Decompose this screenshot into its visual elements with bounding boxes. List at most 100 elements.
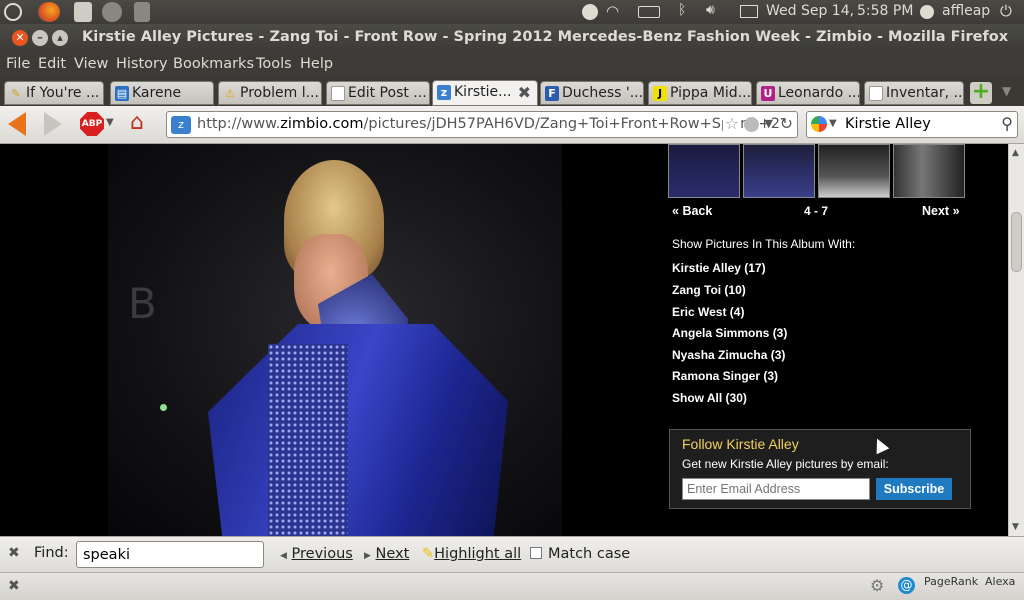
search-input-value: Kirstie Alley (845, 116, 931, 132)
close-window-button[interactable]: ✕ (12, 30, 28, 46)
indicator-icon[interactable] (582, 4, 598, 20)
tab-list-chevron-icon[interactable]: ▼ (1002, 84, 1011, 98)
tab-karene[interactable]: ▤ Karene (110, 81, 214, 105)
window-titlebar[interactable]: ✕ – ▴ Kirstie Alley Pictures - Zang Toi … (0, 24, 1024, 52)
scroll-up-arrow-icon[interactable]: ▲ (1012, 148, 1019, 158)
tab-problem[interactable]: ⚠ Problem l... (218, 81, 322, 105)
album-person-link[interactable]: Eric West (4) (672, 305, 744, 319)
subscribe-button[interactable]: Subscribe (876, 478, 952, 500)
bookmark-star-icon[interactable]: ☆ (722, 114, 739, 133)
volume-icon[interactable]: 🔊︎ (706, 2, 715, 18)
menu-file[interactable]: File (6, 56, 30, 72)
find-previous-button[interactable]: ◀ Previous (280, 546, 353, 562)
tab-if-youre[interactable]: ✎ If You're ... (4, 81, 104, 105)
alexa-label[interactable]: Alexa (985, 575, 1015, 588)
find-bar: ✖ Find: ◀ Previous ▶ Next ✎Highlight all… (0, 536, 1024, 572)
album-person-link[interactable]: Nyasha Zimucha (3) (672, 348, 785, 362)
tab-edit-post[interactable]: Edit Post ... (326, 81, 430, 105)
forward-arrow-icon[interactable] (44, 112, 62, 136)
photo-light (160, 404, 167, 411)
minimize-window-button[interactable]: – (32, 30, 48, 46)
close-find-bar-icon[interactable]: ✖ (8, 545, 20, 561)
user-status-icon[interactable] (920, 5, 934, 19)
tab-duchess[interactable]: F Duchess '... (540, 81, 644, 105)
mail-icon[interactable] (740, 5, 758, 18)
adblock-dropdown-chevron-icon[interactable]: ▼ (106, 117, 114, 128)
back-arrow-icon[interactable] (8, 112, 26, 136)
wifi-icon[interactable]: ◠ (606, 2, 619, 20)
menu-edit[interactable]: Edit (38, 56, 66, 72)
status-bar: ✖ ⚙ @ PageRank Alexa (0, 572, 1024, 600)
text-editor-launcher-icon[interactable] (74, 2, 92, 22)
menu-history[interactable]: History (116, 56, 168, 72)
tab-kirstie-active[interactable]: z Kirstie... ✖ (432, 80, 538, 106)
thumbnail-image[interactable] (818, 144, 890, 198)
navigation-toolbar: ABP ▼ ⌂ z http://www.zimbio.com/pictures… (0, 106, 1024, 144)
email-at-icon[interactable]: @ (898, 577, 915, 594)
album-person-link[interactable]: Kirstie Alley (17) (672, 261, 766, 275)
pagerank-label[interactable]: PageRank (924, 575, 978, 588)
email-field[interactable] (682, 478, 870, 500)
tab-inventar[interactable]: Inventar, ... (864, 81, 964, 105)
tab-pippa[interactable]: J Pippa Mid... (648, 81, 752, 105)
menu-help[interactable]: Help (300, 56, 333, 72)
user-name[interactable]: affleap (942, 3, 990, 19)
album-filter-heading: Show Pictures In This Album With: (672, 237, 856, 251)
home-icon[interactable]: ⌂ (130, 110, 144, 135)
new-tab-button[interactable]: + (970, 81, 992, 104)
search-bar[interactable]: ▼ Kirstie Alley ⚲ (806, 111, 1018, 138)
scroll-thumb[interactable] (1011, 212, 1022, 272)
photo-background-panel: B (128, 279, 157, 328)
photo-sequin-panel (268, 344, 348, 536)
menu-bookmarks[interactable]: Bookmarks (173, 56, 254, 72)
software-center-launcher-icon[interactable] (102, 2, 122, 22)
album-person-link[interactable]: Angela Simmons (3) (672, 326, 787, 340)
maximize-window-button[interactable]: ▴ (52, 30, 68, 46)
main-photo[interactable]: B (108, 144, 562, 536)
page-scrollbar[interactable]: ▲ ▼ (1008, 144, 1024, 536)
thumbnail-image[interactable] (893, 144, 965, 198)
album-person-link[interactable]: Zang Toi (10) (672, 283, 746, 297)
zimbio-icon: z (437, 85, 451, 100)
search-engine-dropdown-chevron-icon[interactable]: ▼ (829, 118, 837, 129)
bluetooth-icon[interactable]: ᛒ (678, 2, 686, 18)
window-title: Kirstie Alley Pictures - Zang Toi - Fron… (82, 29, 1009, 45)
site-identity-icon[interactable]: z (171, 116, 191, 134)
match-case-checkbox[interactable] (530, 547, 542, 559)
tab-leonardo[interactable]: U Leonardo ... (756, 81, 860, 105)
scroll-down-arrow-icon[interactable]: ▼ (1012, 522, 1019, 532)
show-all-link[interactable]: Show All (30) (672, 391, 747, 405)
history-dropdown-chevron-icon[interactable]: ▼ (765, 117, 773, 130)
magnifier-icon[interactable]: ⚲ (1001, 114, 1013, 133)
find-next-button[interactable]: ▶ Next (364, 546, 409, 562)
clock-time[interactable]: 5:58 PM (857, 3, 913, 19)
gear-icon[interactable]: ⚙ (870, 576, 884, 595)
thumbnail-image[interactable] (668, 144, 740, 198)
match-case-label[interactable]: Match case (548, 546, 630, 562)
url-domain: zimbio.com (280, 116, 364, 132)
album-person-link[interactable]: Ramona Singer (3) (672, 369, 778, 383)
close-tab-icon[interactable]: ✖ (518, 83, 531, 102)
gallery-range: 4 - 7 (804, 204, 829, 218)
f-icon: F (545, 86, 559, 101)
url-prefix: http://www. (197, 116, 281, 132)
close-addon-bar-icon[interactable]: ✖ (8, 578, 20, 594)
settings-launcher-icon[interactable] (134, 2, 150, 22)
ubuntu-logo-icon[interactable] (4, 3, 22, 21)
power-icon[interactable]: ⏻ (1000, 2, 1012, 20)
gallery-next-link[interactable]: Next » (922, 204, 960, 218)
url-bar[interactable]: z http://www.zimbio.com/pictures/jDH57PA… (166, 111, 798, 138)
firefox-launcher-icon[interactable] (38, 2, 60, 22)
highlight-all-button[interactable]: ✎Highlight all (422, 546, 521, 562)
google-search-engine-icon[interactable] (811, 116, 827, 132)
thumbnail-image[interactable] (743, 144, 815, 198)
gallery-back-link[interactable]: « Back (672, 204, 712, 218)
loading-icon (744, 117, 759, 132)
battery-icon[interactable] (638, 6, 660, 18)
reload-icon[interactable]: ↻ (780, 114, 793, 133)
menu-view[interactable]: View (74, 56, 108, 72)
menu-tools[interactable]: Tools (256, 56, 292, 72)
find-input[interactable] (76, 541, 264, 568)
clock-date[interactable]: Wed Sep 14, (766, 3, 854, 19)
adblock-icon[interactable]: ABP (80, 112, 104, 136)
